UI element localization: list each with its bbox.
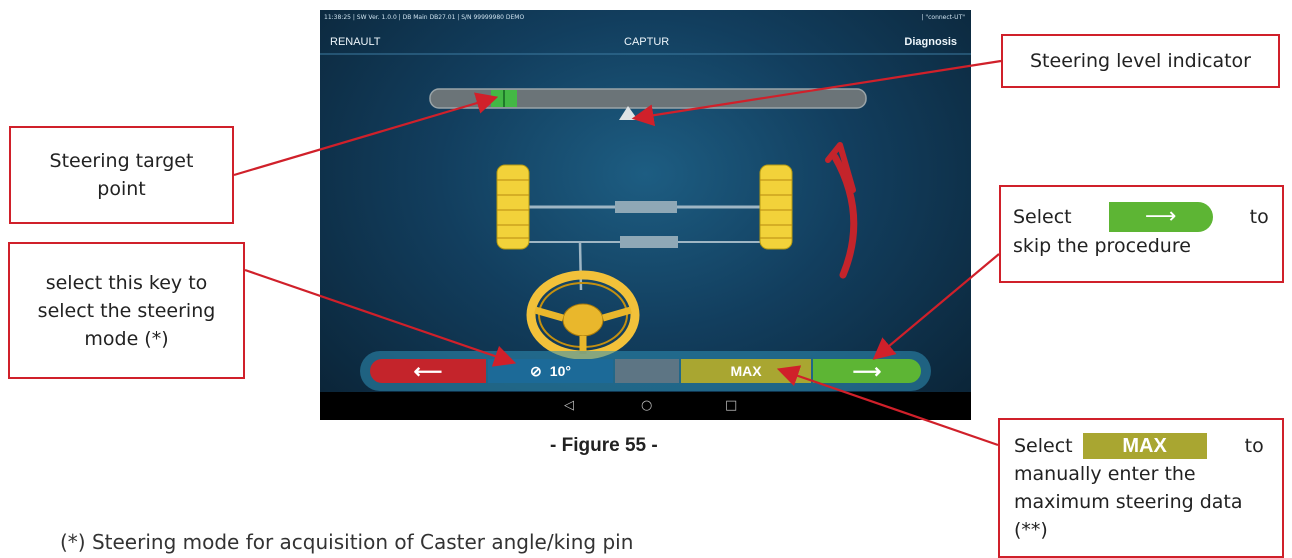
nav-home-icon[interactable]: ○ xyxy=(641,398,652,413)
callout-skip: Select ⟶ to skip the procedure xyxy=(999,185,1284,283)
steering-mode-value: 10° xyxy=(549,363,571,379)
callout-steering-mode-text: select this key to select the steering m… xyxy=(37,271,216,350)
empty-key[interactable] xyxy=(615,359,679,383)
device-screen: 11:38:25 | SW Ver. 1.0.0 | DB Main DB27.… xyxy=(320,10,971,420)
arrow-left-icon: ⟵ xyxy=(413,360,443,383)
callout-max-suffix: to xyxy=(1244,435,1264,457)
callout-max-rest: manually enter the maximum steering data… xyxy=(1014,463,1243,541)
skip-button-sample: ⟶ xyxy=(1108,202,1213,232)
callout-steering-level: Steering level indicator xyxy=(1001,34,1280,88)
back-button[interactable]: ⟵ xyxy=(370,359,486,383)
callout-steering-target-text: Steering target point xyxy=(49,150,194,200)
callout-skip-suffix: to xyxy=(1249,206,1269,228)
steering-wheel xyxy=(526,270,640,360)
front-left-wheel xyxy=(496,164,530,250)
arrow-right-icon: ⟶ xyxy=(1144,204,1177,229)
callout-steering-target: Steering target point xyxy=(9,126,234,224)
callout-steering-level-text: Steering level indicator xyxy=(1030,50,1251,72)
callout-max-prefix: Select xyxy=(1014,435,1073,457)
figure-caption: - Figure 55 - xyxy=(550,435,658,456)
callout-steering-mode: select this key to select the steering m… xyxy=(8,242,245,379)
max-button[interactable]: MAX xyxy=(681,359,811,383)
nav-recent-icon[interactable]: □ xyxy=(725,398,737,413)
max-button-sample: MAX xyxy=(1082,433,1207,459)
callout-max: Select MAX to manually enter the maximum… xyxy=(998,418,1284,558)
nav-back-icon[interactable]: ◁ xyxy=(564,398,574,413)
skip-button[interactable]: ⟶ xyxy=(813,359,921,383)
footnote: (*) Steering mode for acquisition of Cas… xyxy=(60,530,634,554)
front-right-wheel xyxy=(759,164,793,250)
callout-skip-prefix: Select xyxy=(1013,206,1072,228)
steering-mode-button[interactable]: ⊘ 10° xyxy=(488,359,613,383)
android-nav-bar: ◁ ○ □ xyxy=(320,392,971,420)
callout-skip-rest: skip the procedure xyxy=(1013,235,1191,257)
max-button-label: MAX xyxy=(730,363,762,379)
steering-wheel-icon: ⊘ xyxy=(530,362,542,379)
arrow-right-icon: ⟶ xyxy=(852,360,882,383)
